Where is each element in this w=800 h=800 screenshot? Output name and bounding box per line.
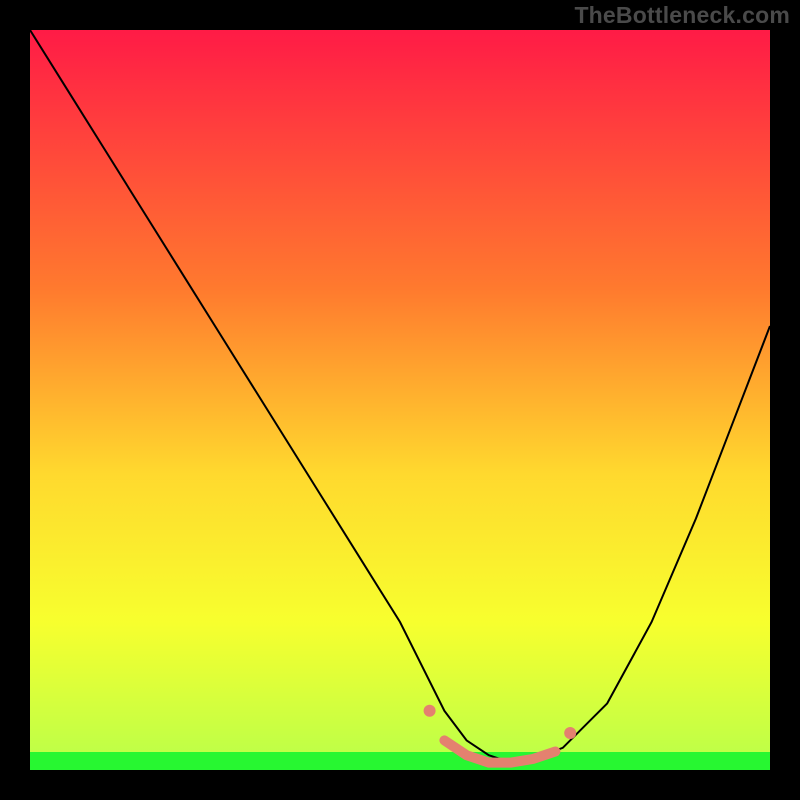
left-marker xyxy=(424,705,436,717)
watermark-text: TheBottleneck.com xyxy=(574,2,790,29)
bottleneck-chart xyxy=(30,30,770,770)
chart-frame: TheBottleneck.com xyxy=(0,0,800,800)
right-marker xyxy=(564,727,576,739)
plot-area xyxy=(30,30,770,770)
gradient-background xyxy=(30,30,770,770)
green-baseline-band xyxy=(30,752,770,770)
